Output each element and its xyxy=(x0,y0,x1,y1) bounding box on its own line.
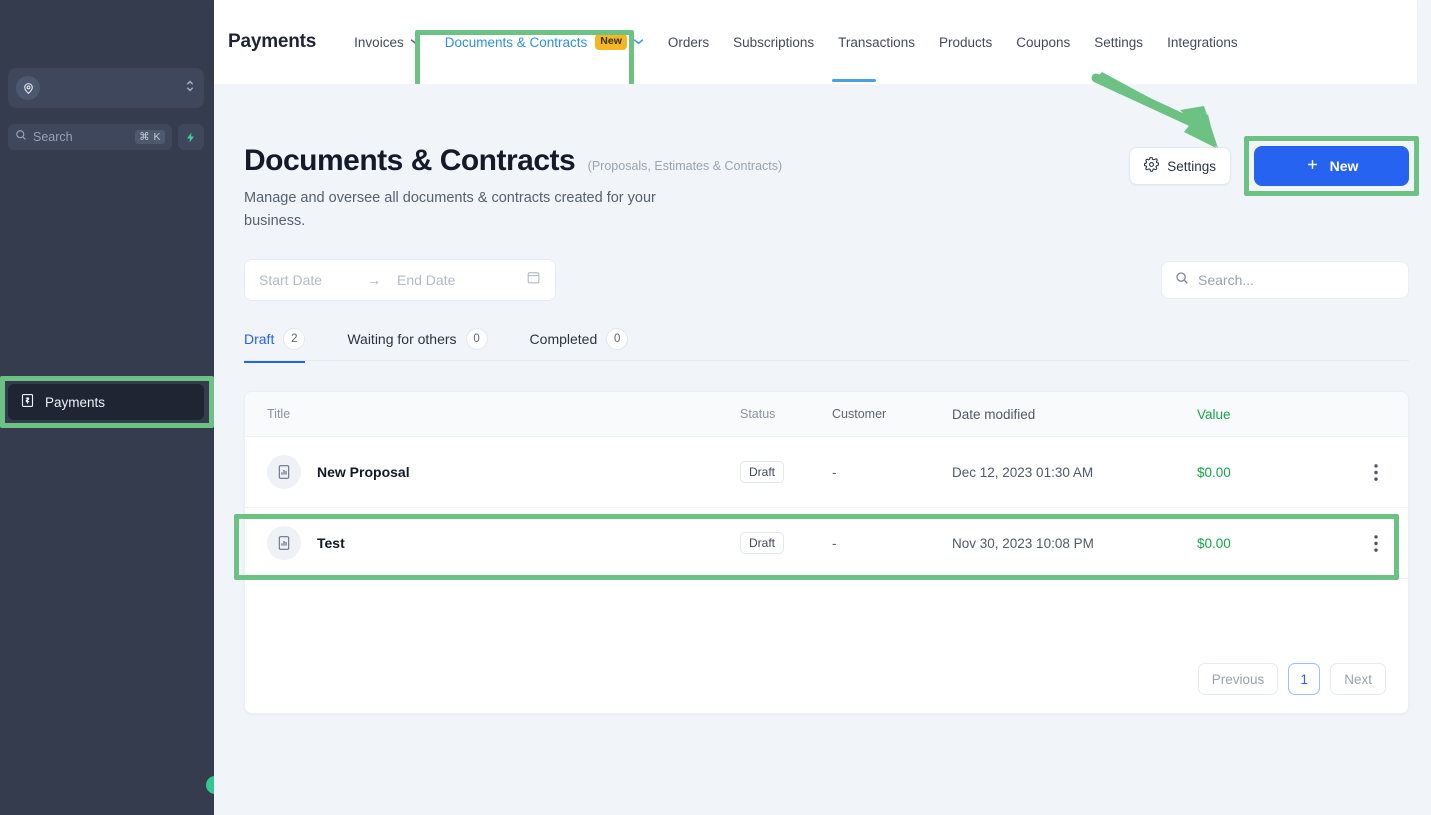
column-header-title: Title xyxy=(267,407,291,421)
nav-item-transactions[interactable]: Transactions xyxy=(826,0,927,84)
sidebar-search-placeholder: Search xyxy=(33,130,73,144)
pagination: Previous 1 Next xyxy=(1197,663,1386,695)
calendar-icon xyxy=(526,270,541,290)
pagination-previous-button[interactable]: Previous xyxy=(1197,663,1279,695)
row-actions-menu[interactable] xyxy=(1347,463,1408,481)
status-badge: Draft xyxy=(740,461,785,483)
sidebar-search-input[interactable]: Search ⌘ K xyxy=(8,124,172,150)
top-navigation-bar: Payments Invoices Documents & Contracts … xyxy=(214,0,1417,84)
range-arrow-icon: → xyxy=(367,272,381,288)
tab-completed[interactable]: Completed 0 xyxy=(530,328,629,361)
nav-item-label: Invoices xyxy=(354,34,404,50)
document-chart-icon xyxy=(267,455,301,489)
search-icon xyxy=(1175,271,1189,290)
row-title: Test xyxy=(317,535,345,551)
row-value: $0.00 xyxy=(1197,464,1231,480)
nav-item-subscriptions[interactable]: Subscriptions xyxy=(721,0,826,84)
account-selector[interactable] xyxy=(8,68,204,108)
search-shortcut-key: ⌘ K xyxy=(135,130,165,144)
documents-table-card: Title Status Customer Date modified Valu… xyxy=(244,391,1409,714)
tab-count: 0 xyxy=(465,328,488,350)
row-title-cell: Test xyxy=(245,526,740,560)
chevron-updown-icon xyxy=(184,78,196,99)
page-content: Documents & Contracts (Proposals, Estima… xyxy=(214,84,1431,815)
tab-waiting-for-others[interactable]: Waiting for others 0 xyxy=(347,328,488,361)
status-badge: Draft xyxy=(740,532,785,554)
row-title-cell: New Proposal xyxy=(245,455,740,489)
chevron-down-icon xyxy=(633,36,644,48)
column-header-customer: Customer xyxy=(832,407,887,421)
row-customer: - xyxy=(832,535,837,551)
nav-item-label: Transactions xyxy=(838,34,915,50)
chevron-down-icon xyxy=(410,36,421,48)
pagination-page-1[interactable]: 1 xyxy=(1288,663,1321,695)
status-tabs: Draft 2 Waiting for others 0 Completed 0 xyxy=(244,328,1409,363)
nav-item-label: Orders xyxy=(667,34,710,50)
nav-item-label: Integrations xyxy=(1167,34,1238,50)
new-badge: New xyxy=(595,34,627,50)
row-customer: - xyxy=(832,464,837,480)
search-placeholder: Search... xyxy=(1198,272,1255,288)
location-pin-icon xyxy=(16,76,40,100)
start-date-input[interactable]: Start Date xyxy=(259,272,351,288)
nav-item-label: Subscriptions xyxy=(733,34,815,50)
page-title-suffix: (Proposals, Estimates & Contracts) xyxy=(587,159,783,173)
nav-item-coupons[interactable]: Coupons xyxy=(1004,0,1082,84)
active-tab-underline xyxy=(832,79,876,82)
nav-item-invoices[interactable]: Invoices xyxy=(342,0,433,84)
column-header-value: Value xyxy=(1197,406,1231,422)
page-title: Documents & Contracts xyxy=(244,144,576,177)
search-input[interactable]: Search... xyxy=(1161,261,1409,299)
gear-icon xyxy=(1143,156,1160,175)
table-row[interactable]: Test Draft - Nov 30, 2023 10:08 PM $0.00 xyxy=(245,508,1408,579)
nav-item-label: Settings xyxy=(1094,34,1144,50)
nav-item-integrations[interactable]: Integrations xyxy=(1155,0,1250,84)
table-header-row: Title Status Customer Date modified Valu… xyxy=(245,392,1408,437)
row-date-modified: Nov 30, 2023 10:08 PM xyxy=(952,535,1094,551)
new-button-label: New xyxy=(1329,158,1359,174)
tab-label: Draft xyxy=(244,331,275,347)
nav-item-documents-contracts[interactable]: Documents & Contracts New xyxy=(433,0,656,84)
sidebar-search-row: Search ⌘ K xyxy=(8,124,204,150)
tab-count: 2 xyxy=(283,328,306,350)
end-date-input[interactable]: End Date xyxy=(397,272,489,288)
app-root: Search ⌘ K Payments Payments Invoices Do… xyxy=(0,0,1431,815)
nav-item-orders[interactable]: Orders xyxy=(656,0,721,84)
nav-item-products[interactable]: Products xyxy=(927,0,1004,84)
nav-item-settings[interactable]: Settings xyxy=(1082,0,1155,84)
new-button[interactable]: New xyxy=(1254,146,1409,186)
lightning-bolt-icon[interactable] xyxy=(178,124,204,150)
row-value: $0.00 xyxy=(1197,535,1231,551)
row-status-cell: Draft xyxy=(740,461,832,483)
page-subtitle: Manage and oversee all documents & contr… xyxy=(244,190,656,229)
page-title-wrap: Documents & Contracts (Proposals, Estima… xyxy=(244,144,782,178)
row-date-modified: Dec 12, 2023 01:30 AM xyxy=(952,464,1094,480)
settings-button[interactable]: Settings xyxy=(1129,147,1231,185)
sidebar: Search ⌘ K Payments xyxy=(0,0,224,815)
settings-button-label: Settings xyxy=(1167,158,1216,174)
column-header-date-modified: Date modified xyxy=(952,406,1036,422)
tab-label: Waiting for others xyxy=(347,331,457,347)
sidebar-item-label: Payments xyxy=(45,394,106,410)
column-header-status: Status xyxy=(740,407,776,421)
tab-count: 0 xyxy=(606,328,629,350)
tab-label: Completed xyxy=(529,331,598,347)
nav-item-label: Coupons xyxy=(1016,34,1071,50)
document-chart-icon xyxy=(267,526,301,560)
pagination-next-button[interactable]: Next xyxy=(1330,663,1386,695)
row-actions-menu[interactable] xyxy=(1347,534,1408,552)
plus-icon xyxy=(1305,157,1320,175)
row-status-cell: Draft xyxy=(740,532,832,554)
app-title: Payments xyxy=(228,31,317,52)
search-icon xyxy=(15,128,27,146)
table-row[interactable]: New Proposal Draft - Dec 12, 2023 01:30 … xyxy=(245,437,1408,508)
nav-item-label: Documents & Contracts xyxy=(444,34,588,50)
nav-item-label: Products xyxy=(938,34,993,50)
money-bill-icon xyxy=(20,393,35,411)
date-range-filter[interactable]: Start Date → End Date xyxy=(244,259,556,301)
sidebar-item-payments[interactable]: Payments xyxy=(8,384,204,420)
tab-draft[interactable]: Draft 2 xyxy=(244,328,306,363)
row-title: New Proposal xyxy=(317,464,410,480)
